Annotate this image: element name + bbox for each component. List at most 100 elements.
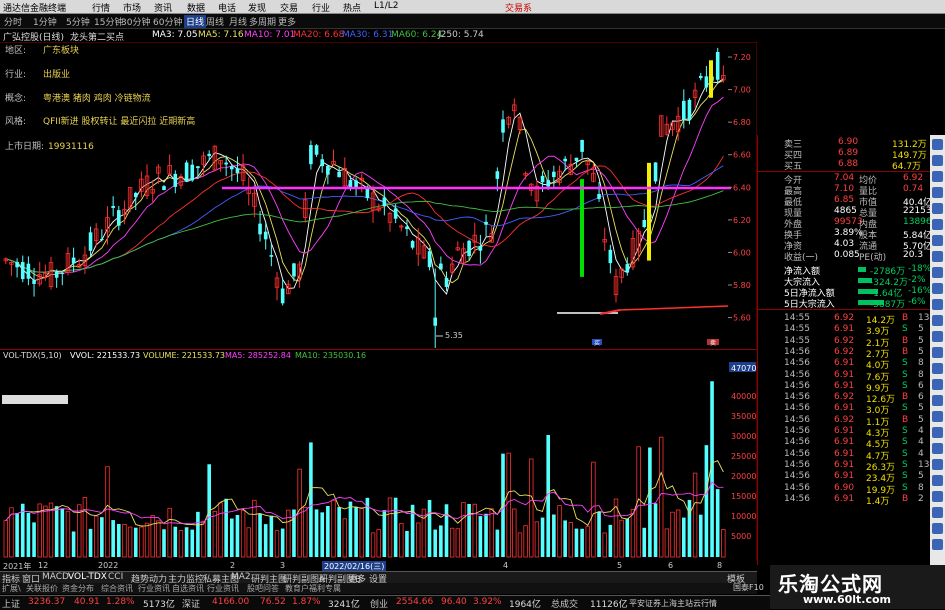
side-tool-icon[interactable] — [932, 523, 943, 534]
side-tool-icon[interactable] — [932, 139, 943, 150]
volume-bar-down — [71, 531, 76, 557]
side-tool-icon[interactable] — [932, 379, 943, 390]
volume-bar-down — [100, 517, 104, 557]
side-tool-icon[interactable] — [932, 171, 943, 182]
side-tool-icon[interactable] — [932, 283, 943, 294]
side-tool-icon[interactable] — [932, 251, 943, 262]
candle-body-down — [26, 263, 31, 279]
cy-index-label[interactable]: 创业 — [370, 597, 388, 610]
sh-index-value: 3236.37 — [28, 597, 66, 607]
total-turnover-label: 总成交 — [551, 600, 579, 610]
volume-bar-up — [48, 502, 54, 558]
side-tool-icon[interactable] — [932, 459, 943, 470]
side-tool-icon[interactable] — [932, 443, 943, 454]
volume-bar-up — [274, 530, 280, 558]
candle-body-down — [258, 223, 262, 235]
volume-bar-up — [359, 507, 364, 558]
period-tab-5min[interactable]: 5分钟 — [66, 15, 90, 28]
menu-item-discover[interactable]: 发现 — [248, 1, 266, 14]
volume-chart[interactable]: 47070 40000 35000 30000 25000 20000 15000 10000… — [0, 361, 757, 561]
volume-label: VOLUME: 221533.73 — [143, 351, 225, 360]
period-tab-15min[interactable]: 15分钟 — [94, 15, 123, 28]
side-tool-icon[interactable] — [932, 363, 943, 374]
price-axis-label: 7.20 — [733, 53, 751, 62]
candle-body-down — [393, 208, 398, 219]
ma3-label: MA3: 7.05 — [152, 30, 198, 40]
info-tab[interactable]: 资金分布 — [62, 583, 94, 594]
server-message: 平安证券上海主站云行情 — [629, 599, 717, 608]
info-tab[interactable]: 行业资讯 — [138, 583, 170, 594]
side-tool-icon[interactable] — [932, 539, 943, 550]
side-tool-icon[interactable] — [932, 347, 943, 358]
fund-flow-row: 5日净流入额 -1.64亿 -16% — [784, 286, 932, 299]
menu-item-trade[interactable]: 交易 — [280, 1, 298, 14]
quote-stat-row: 换手 3.89% 股本 5.84亿 — [784, 228, 933, 241]
side-tool-icon[interactable] — [932, 507, 943, 518]
side-tool-icon[interactable] — [932, 411, 943, 422]
period-tab-day[interactable]: 日线 — [184, 15, 207, 28]
side-tool-icon[interactable] — [932, 475, 943, 486]
trade-system-link[interactable]: 交易系 — [505, 1, 532, 14]
volume-bar-up — [201, 520, 206, 558]
indicator-tab[interactable]: CCI — [108, 572, 123, 582]
menu-item-l1l2[interactable]: L1/L2 — [374, 1, 399, 11]
volume-bar-up — [105, 466, 110, 558]
quote-stat-row: 最高 7.10 量比 0.74 — [784, 184, 924, 197]
volume-bar-up — [127, 526, 133, 558]
candle-body-down — [173, 173, 178, 187]
menu-item-hangqing[interactable]: 行情 — [92, 1, 110, 14]
side-tool-icon[interactable] — [932, 155, 943, 166]
menu-item-news[interactable]: 资讯 — [154, 1, 172, 14]
period-tab-30min[interactable]: 30分钟 — [121, 15, 150, 28]
candle-body-down — [263, 231, 268, 240]
side-tool-icon[interactable] — [932, 267, 943, 278]
period-tab-fenshi[interactable]: 分时 — [4, 15, 22, 28]
side-tool-icon[interactable] — [932, 315, 943, 326]
f10-label[interactable]: 国泰F10 — [733, 582, 764, 593]
info-tab[interactable]: 关联报价 — [26, 583, 58, 594]
period-tab-week[interactable]: 周线 — [206, 15, 224, 28]
menu-item-market[interactable]: 市场 — [123, 1, 141, 14]
info-tab[interactable]: 行业资讯 — [207, 583, 239, 594]
candle-body-down — [715, 51, 720, 80]
side-tool-icon[interactable] — [932, 395, 943, 406]
info-tab[interactable]: 自选资讯 — [172, 583, 204, 594]
side-tool-icon[interactable] — [932, 219, 943, 230]
candle-body-down — [580, 139, 584, 152]
candle-body-down — [354, 180, 358, 188]
indicator-tab[interactable]: VOL-TDX — [68, 572, 107, 582]
side-tool-icon[interactable] — [932, 331, 943, 342]
tick-row: 14:55 6.92 14.2万 B 13 — [784, 313, 930, 326]
volume-bar-down — [117, 524, 121, 557]
indicator-tab[interactable]: MACD — [42, 572, 69, 582]
period-tab-more[interactable]: 更多 — [278, 15, 296, 28]
volume-bar-up — [65, 511, 71, 558]
candle-body-down — [230, 166, 234, 170]
menu-item-phone[interactable]: 电话 — [218, 1, 236, 14]
candle-body-down — [642, 220, 647, 227]
period-tab-month[interactable]: 月线 — [229, 15, 247, 28]
period-tab-1min[interactable]: 1分钟 — [33, 15, 57, 28]
period-tab-multi[interactable]: 多周期 — [249, 15, 276, 28]
volume-bar-up — [670, 511, 675, 558]
info-tab[interactable]: 股吧问答 — [247, 583, 279, 594]
indicator-tab[interactable]: MA2 — [231, 572, 251, 582]
info-tab[interactable]: 综合资讯 — [101, 583, 133, 594]
info-tab[interactable]: 教育户福利专属 — [285, 583, 341, 594]
side-tool-icon[interactable] — [932, 491, 943, 502]
menu-item-hot[interactable]: 热点 — [343, 1, 361, 14]
date-label: 8 — [717, 561, 723, 570]
menu-item-industry[interactable]: 行业 — [312, 1, 330, 14]
side-tool-icon[interactable] — [932, 187, 943, 198]
menu-item-data[interactable]: 数据 — [187, 1, 205, 14]
candle-body-down — [117, 210, 121, 226]
info-tab[interactable]: 扩展\ — [2, 583, 21, 594]
period-tab-60min[interactable]: 60分钟 — [153, 15, 182, 28]
side-tool-icon[interactable] — [932, 235, 943, 246]
sh-index-label[interactable]: 上证 — [2, 597, 20, 610]
side-tool-icon[interactable] — [932, 203, 943, 214]
kline-chart[interactable]: 5.35 买 卖 7.20 7.00 6.80 6.60 6.40 6.20 6.00 5.8… — [0, 42, 757, 348]
side-tool-icon[interactable] — [932, 427, 943, 438]
sz-index-label[interactable]: 深证 — [182, 597, 200, 610]
side-tool-icon[interactable] — [932, 299, 943, 310]
